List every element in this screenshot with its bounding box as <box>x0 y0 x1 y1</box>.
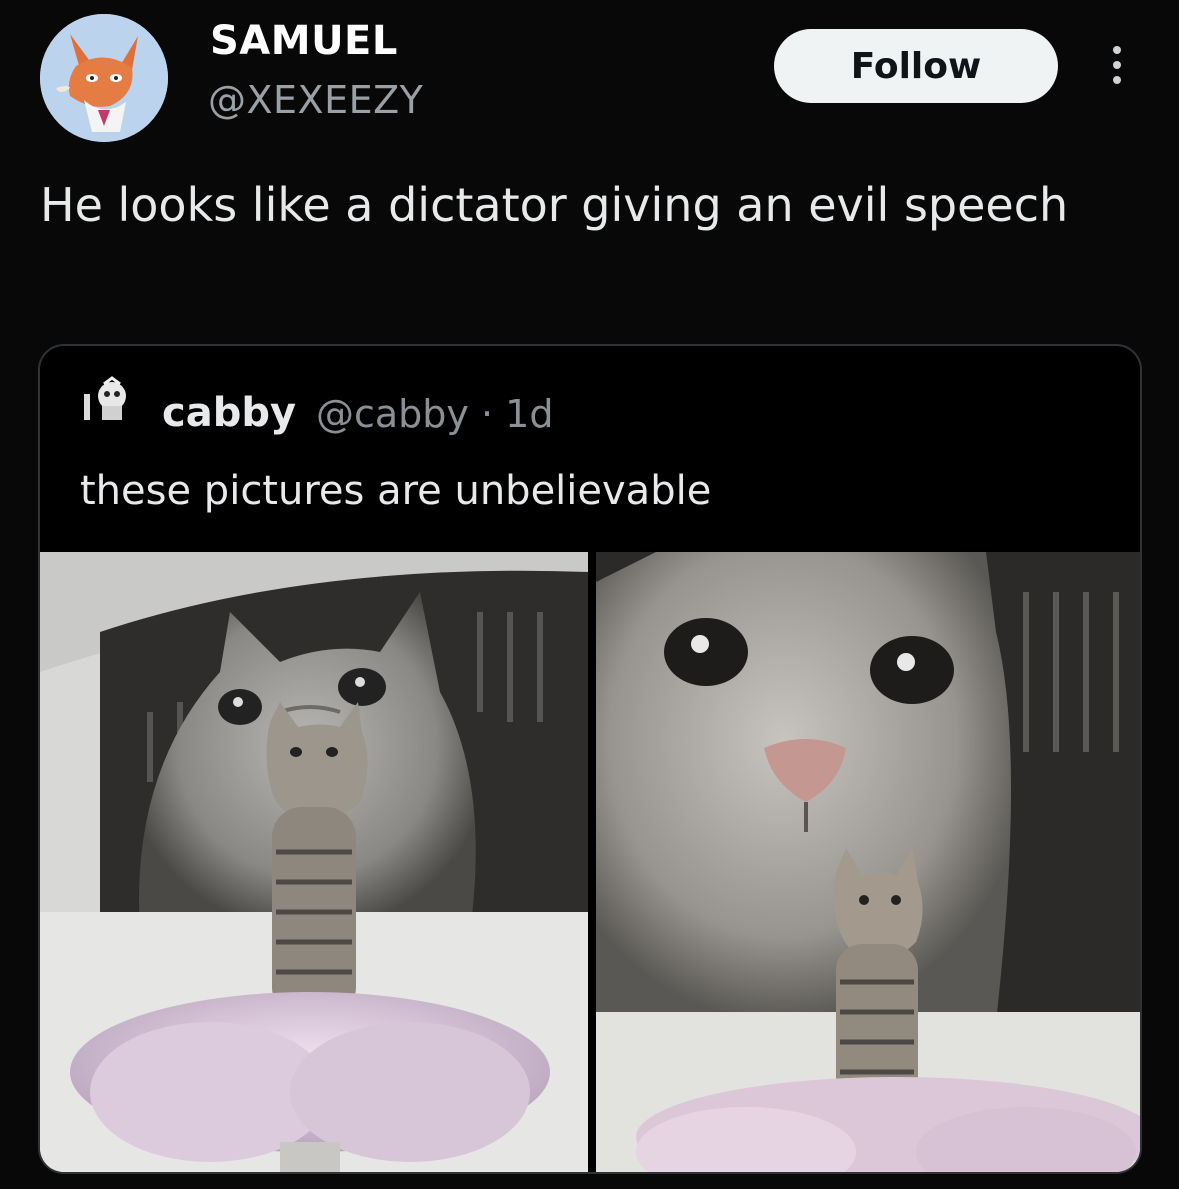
follow-button[interactable]: Follow <box>774 29 1058 103</box>
cartoon-fox-avatar-icon <box>40 14 168 142</box>
more-options-icon[interactable] <box>1105 40 1129 90</box>
author-display-name[interactable]: SAMUEL <box>210 18 398 64</box>
author-handle[interactable]: @XEXEEZY <box>208 78 423 122</box>
quoted-author-meta: @cabby · 1d <box>316 392 554 436</box>
quoted-tweet-card[interactable]: cabby @cabby · 1d these pictures are unb… <box>38 344 1142 1174</box>
quoted-author-name[interactable]: cabby <box>162 390 296 436</box>
quoted-tweet-text: these pictures are unbelievable <box>80 468 712 514</box>
author-avatar[interactable] <box>40 14 168 142</box>
tweet-text: He looks like a dictator giving an evil … <box>40 178 1069 232</box>
cat-photo-left[interactable] <box>40 552 588 1172</box>
cat-photo-right[interactable] <box>596 552 1140 1172</box>
skull-avatar-icon[interactable] <box>82 376 132 426</box>
